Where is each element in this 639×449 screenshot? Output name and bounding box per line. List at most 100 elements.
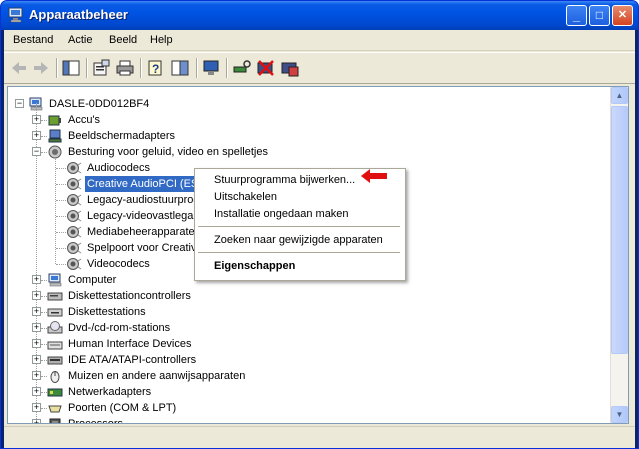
tree-category-row[interactable]: + Accu's: [8, 112, 608, 128]
sound-icon: [47, 144, 63, 160]
show-hide-console-tree-icon[interactable]: [60, 58, 82, 78]
window-title: Apparaatbeheer: [29, 7, 128, 22]
monitor-icon[interactable]: [200, 58, 222, 78]
ide-controller-icon: [47, 352, 63, 368]
ctx-disable[interactable]: Uitschakelen: [214, 191, 277, 203]
tree-item-label: IDE ATA/ATAPI-controllers: [68, 354, 197, 366]
tree-category-row[interactable]: + Diskettestationcontrollers: [8, 288, 608, 304]
toolbar-separator: [226, 58, 228, 78]
close-button[interactable]: ✕: [612, 5, 633, 26]
speaker-icon: [66, 208, 82, 224]
ctx-properties[interactable]: Eigenschappen: [214, 260, 295, 272]
network-adapter-icon: [47, 384, 63, 400]
tree-item-label: Videocodecs: [87, 258, 150, 270]
speaker-icon: [66, 224, 82, 240]
tree-item-label: Diskettestations: [68, 306, 146, 318]
expand-icon[interactable]: +: [32, 419, 41, 423]
expand-icon[interactable]: +: [32, 275, 41, 284]
tree-line: [56, 184, 66, 185]
tree-category-row[interactable]: + Human Interface Devices: [8, 336, 608, 352]
tree-item-label: Beeldschermadapters: [68, 130, 176, 142]
uninstall-icon[interactable]: [255, 58, 277, 78]
title-bar[interactable]: Apparaatbeheer _ □ ✕: [1, 1, 638, 30]
tree-category-row[interactable]: + Netwerkadapters: [8, 384, 608, 400]
tree-category-row[interactable]: + Beeldschermadapters: [8, 128, 608, 144]
expand-icon[interactable]: +: [32, 307, 41, 316]
ctx-update-driver[interactable]: Stuurprogramma bijwerken...: [214, 174, 355, 186]
scan-hardware-icon[interactable]: [231, 58, 253, 78]
help-icon[interactable]: ?: [145, 58, 167, 78]
tree-item-label: Muizen en andere aanwijsapparaten: [68, 370, 246, 382]
display-adapter-icon: [47, 128, 63, 144]
scroll-up-icon[interactable]: ▲: [611, 87, 628, 104]
maximize-button[interactable]: □: [589, 5, 610, 26]
view-icon[interactable]: [169, 58, 191, 78]
tree-item-label: Diskettestationcontrollers: [68, 290, 191, 302]
menu-actie[interactable]: Actie: [68, 34, 92, 46]
processor-icon: [47, 416, 63, 423]
expand-icon[interactable]: +: [32, 387, 41, 396]
collapse-icon[interactable]: −: [15, 99, 24, 108]
disable-icon[interactable]: [279, 58, 301, 78]
scroll-down-icon[interactable]: ▼: [611, 406, 628, 423]
port-icon: [47, 400, 63, 416]
minimize-button[interactable]: _: [566, 5, 587, 26]
tree-category-row[interactable]: + Poorten (COM & LPT): [8, 400, 608, 416]
forward-icon[interactable]: [30, 58, 52, 78]
svg-text:?: ?: [152, 62, 159, 76]
menu-help[interactable]: Help: [150, 34, 173, 46]
tree-item-label: Besturing voor geluid, video en spelletj…: [68, 146, 268, 158]
menu-beeld[interactable]: Beeld: [109, 34, 137, 46]
tree-line: [56, 264, 66, 265]
ctx-separator: [198, 252, 400, 253]
tree-line: [56, 232, 66, 233]
expand-icon[interactable]: +: [32, 323, 41, 332]
speaker-icon: [66, 176, 82, 192]
expand-icon[interactable]: +: [32, 371, 41, 380]
tree-category-row[interactable]: + Dvd-/cd-rom-stations: [8, 320, 608, 336]
vertical-scrollbar[interactable]: ▲ ▼: [610, 87, 628, 423]
ctx-scan-changes[interactable]: Zoeken naar gewijzigde apparaten: [214, 234, 383, 246]
collapse-icon[interactable]: −: [32, 147, 41, 156]
properties-icon[interactable]: [90, 58, 112, 78]
expand-icon[interactable]: +: [32, 115, 41, 124]
tree-category-row[interactable]: + Muizen en andere aanwijsapparaten: [8, 368, 608, 384]
tree-item-label: Spelpoort voor Creative: [87, 242, 203, 254]
tree-category-row[interactable]: − Besturing voor geluid, video en spellet…: [8, 144, 608, 160]
back-icon[interactable]: [8, 58, 30, 78]
red-arrow-icon: [361, 169, 387, 183]
mouse-icon: [47, 368, 63, 384]
scroll-thumb[interactable]: [611, 106, 628, 354]
expand-icon[interactable]: +: [32, 355, 41, 364]
tree-item-label: Computer: [68, 274, 117, 286]
tree-item-label: Poorten (COM & LPT): [68, 402, 177, 414]
toolbar-separator: [196, 58, 198, 78]
tree-category-row[interactable]: + Processors: [8, 416, 608, 424]
tree-line: [56, 216, 66, 217]
menu-bar: Bestand Actie Beeld Help: [4, 30, 635, 51]
expand-icon[interactable]: +: [32, 403, 41, 412]
tree-line: [56, 200, 66, 201]
print-icon[interactable]: [114, 58, 136, 78]
tree-item-label: Processors: [68, 418, 124, 424]
speaker-icon: [66, 192, 82, 208]
tree-item-label: Audiocodecs: [87, 162, 150, 174]
cdrom-icon: [47, 320, 63, 336]
toolbar: ?: [4, 52, 635, 84]
menu-bestand[interactable]: Bestand: [13, 34, 53, 46]
speaker-icon: [66, 160, 82, 176]
toolbar-separator: [140, 58, 142, 78]
expand-icon[interactable]: +: [32, 131, 41, 140]
device-manager-window: Apparaatbeheer _ □ ✕ Bestand Actie Beeld…: [0, 0, 639, 449]
tree-category-row[interactable]: + Diskettestations: [8, 304, 608, 320]
floppy-controller-icon: [47, 288, 63, 304]
tree-item-label: Mediabeheerapparaten: [87, 226, 201, 238]
tree-root-label: DASLE-0DD012BF4: [49, 98, 150, 110]
tree-category-row[interactable]: + IDE ATA/ATAPI-controllers: [8, 352, 608, 368]
ctx-uninstall[interactable]: Installatie ongedaan maken: [214, 208, 349, 220]
toolbar-separator: [56, 58, 58, 78]
expand-icon[interactable]: +: [32, 291, 41, 300]
toolbar-separator: [86, 58, 88, 78]
expand-icon[interactable]: +: [32, 339, 41, 348]
status-bar: [4, 426, 635, 448]
